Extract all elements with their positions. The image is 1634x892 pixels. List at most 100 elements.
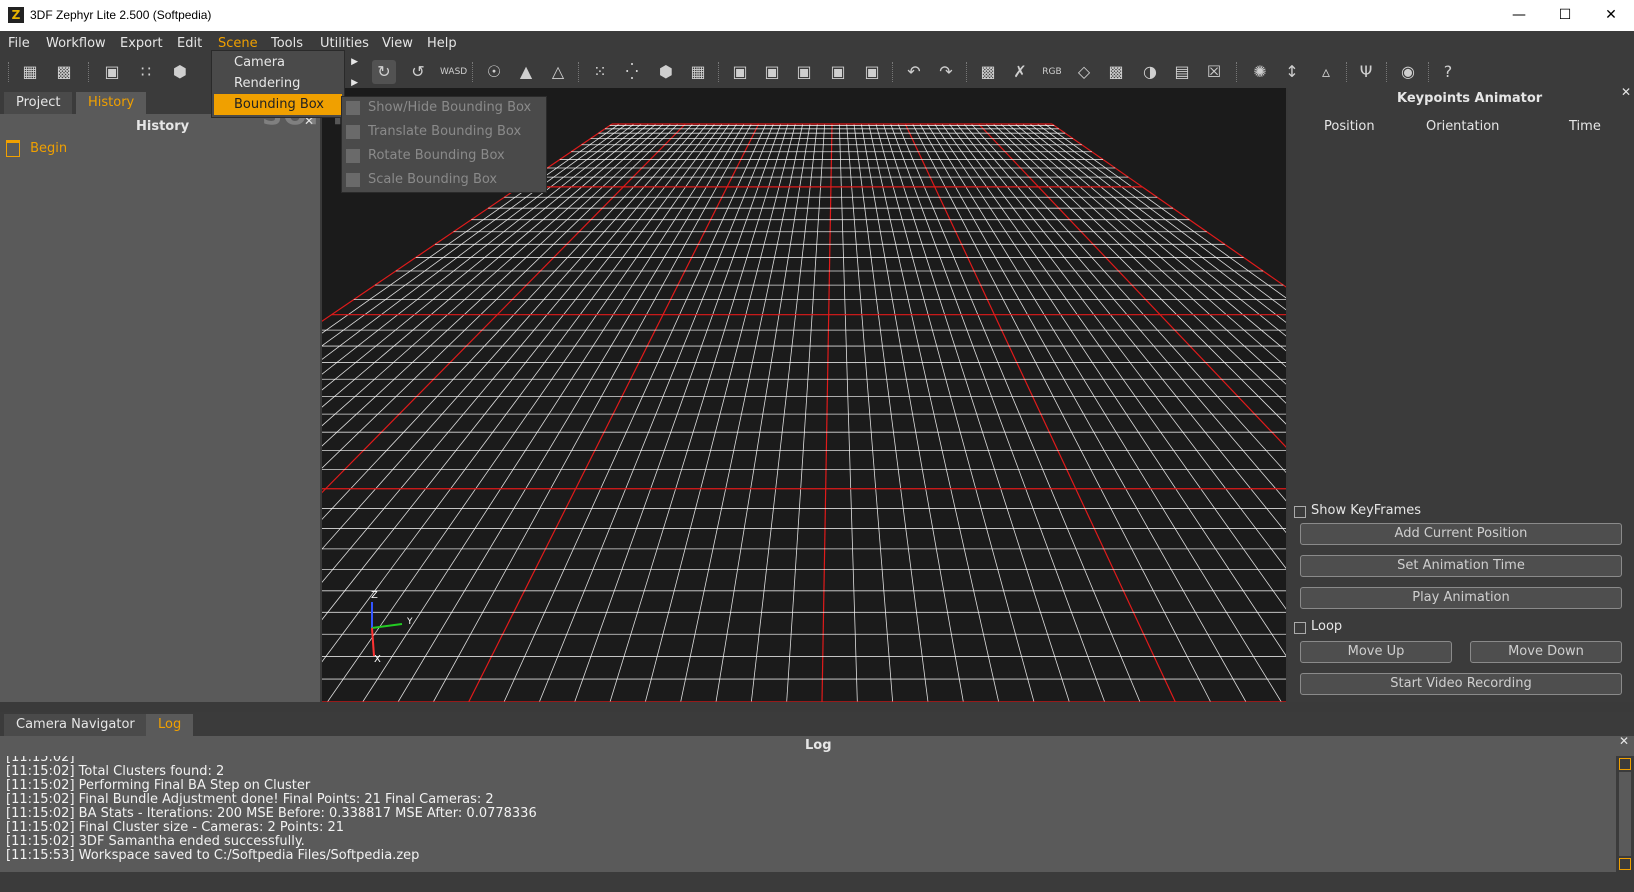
translate-bbox-item[interactable]: Translate Bounding Box [346, 121, 521, 143]
close-window-button[interactable]: ✕ [1588, 0, 1634, 31]
tools-icon[interactable]: Ψ [1354, 60, 1378, 84]
wireframe-triangle-icon[interactable]: △ [546, 60, 570, 84]
scale-icon [346, 172, 360, 187]
view-front-icon[interactable]: ▣ [728, 60, 752, 84]
save-icon[interactable]: ▩ [52, 60, 76, 84]
measure-icon[interactable]: ↕ [1280, 60, 1304, 84]
keypoints-animator-panel: Keypoints Animator ✕ Position Orientatio… [1288, 85, 1634, 702]
maximize-button[interactable]: ☐ [1542, 0, 1588, 31]
dense-points-icon[interactable]: ⁛ [620, 60, 644, 84]
scroll-up-icon[interactable] [1619, 758, 1631, 770]
menu-export[interactable]: Export [120, 36, 163, 51]
point-cloud-icon[interactable]: ∷ [134, 60, 158, 84]
log-line: [11:15:02] Total Clusters found: 2 [6, 764, 225, 779]
move-down-button[interactable]: Move Down [1470, 641, 1622, 663]
tab-log[interactable]: Log [146, 714, 194, 736]
show-keyframes-checkbox[interactable] [1294, 506, 1306, 518]
bottom-tabs: Camera Navigator Log [0, 712, 1634, 736]
menu-view[interactable]: View [382, 36, 413, 51]
log-output: [11:15:02] [11:15:02] Total Clusters fou… [0, 756, 1616, 872]
view-back-icon[interactable]: ▣ [760, 60, 784, 84]
scroll-down-icon[interactable] [1619, 858, 1631, 870]
translate-bbox-label: Translate Bounding Box [368, 124, 522, 139]
select-region-icon[interactable]: ▣ [100, 60, 124, 84]
invert-selection-icon[interactable]: ◇ [1072, 60, 1096, 84]
contrast-icon[interactable]: ◑ [1138, 60, 1162, 84]
view-left-icon[interactable]: ▣ [792, 60, 816, 84]
menu-workflow[interactable]: Workflow [46, 36, 106, 51]
menu-file[interactable]: File [8, 36, 30, 51]
help-icon[interactable]: ? [1436, 60, 1460, 84]
show-keyframes-label: Show KeyFrames [1311, 503, 1422, 518]
scale-bbox-item[interactable]: Scale Bounding Box [346, 169, 497, 191]
play-animation-button[interactable]: Play Animation [1300, 587, 1622, 609]
plane-icon[interactable]: ▵ [1314, 60, 1338, 84]
log-header: Log ✕ [0, 734, 1634, 756]
title-bar: Z 3DF Zephyr Lite 2.500 (Softpedia) — ☐ … [0, 0, 1634, 32]
view-right-icon[interactable]: ▣ [826, 60, 850, 84]
menu-rendering[interactable]: Rendering ▶ [214, 73, 358, 94]
grow-selection-icon[interactable]: ▩ [1104, 60, 1128, 84]
move-up-button[interactable]: Move Up [1300, 641, 1452, 663]
tab-camera-navigator[interactable]: Camera Navigator [4, 714, 147, 736]
redo-icon[interactable]: ↷ [934, 60, 958, 84]
undo-icon[interactable]: ↶ [902, 60, 926, 84]
menu-bounding-box[interactable]: Bounding Box▶ [214, 94, 354, 115]
show-hide-bbox-item[interactable]: Show/Hide Bounding Box [346, 97, 531, 119]
rotate-bbox-label: Rotate Bounding Box [368, 148, 505, 163]
column-time[interactable]: Time [1569, 119, 1601, 134]
menu-help[interactable]: Help [427, 36, 457, 51]
left-panel: Project History History ✕ Begin [0, 88, 320, 702]
triangle-icon[interactable]: ▲ [514, 60, 538, 84]
log-line: [11:15:02] Performing Final BA Step on C… [6, 778, 311, 793]
start-video-recording-button[interactable]: Start Video Recording [1300, 673, 1622, 695]
log-line: [11:15:02] Final Cluster size - Cameras:… [6, 820, 344, 835]
minimize-button[interactable]: — [1496, 0, 1542, 31]
menu-rendering-label: Rendering [234, 76, 301, 91]
mask-icon[interactable]: ◉ [1396, 60, 1420, 84]
view-top-icon[interactable]: ▣ [860, 60, 884, 84]
rgb-icon[interactable]: RGB [1040, 60, 1064, 84]
scroll-thumb[interactable] [1619, 772, 1631, 856]
show-hide-bbox-label: Show/Hide Bounding Box [368, 100, 532, 115]
crop-icon[interactable]: ▤ [1170, 60, 1194, 84]
deselect-icon[interactable]: ✗ [1008, 60, 1032, 84]
tab-history[interactable]: History [76, 92, 147, 114]
axis-x-label: X [374, 654, 381, 665]
sparse-points-icon[interactable]: ⁙ [588, 60, 612, 84]
menu-utilities[interactable]: Utilities [320, 36, 369, 51]
close-icon[interactable]: ✕ [1621, 85, 1631, 99]
log-line: [11:15:02] BA Stats - Iterations: 200 MS… [6, 806, 537, 821]
column-position[interactable]: Position [1324, 119, 1375, 134]
select-all-icon[interactable]: ▩ [976, 60, 1000, 84]
log-scrollbar[interactable] [1616, 756, 1634, 872]
history-title: History [136, 119, 190, 134]
light-bulb-icon[interactable]: ☉ [482, 60, 506, 84]
gizmo-icon[interactable]: ✺ [1248, 60, 1272, 84]
delete-selection-icon[interactable]: ☒ [1202, 60, 1226, 84]
loop-label: Loop [1311, 619, 1343, 634]
close-icon[interactable]: ✕ [1619, 734, 1629, 748]
column-orientation[interactable]: Orientation [1426, 119, 1499, 134]
new-project-icon[interactable]: ▦ [18, 60, 42, 84]
add-current-position-button[interactable]: Add Current Position [1300, 523, 1622, 545]
set-animation-time-button[interactable]: Set Animation Time [1300, 555, 1622, 577]
app-icon: Z [8, 7, 24, 23]
history-item-label: Begin [30, 141, 68, 156]
menu-camera[interactable]: Camera ▶ [214, 52, 358, 73]
mesh-icon[interactable]: ⬢ [168, 60, 192, 84]
rotate-bbox-item[interactable]: Rotate Bounding Box [346, 145, 505, 167]
history-item[interactable]: Begin [6, 140, 67, 157]
loop-checkbox[interactable] [1294, 622, 1306, 634]
wasd-icon[interactable]: WASD [440, 60, 467, 84]
tab-project[interactable]: Project [4, 92, 73, 114]
menu-scene[interactable]: Scene [218, 36, 258, 51]
bottom-panel: Camera Navigator Log Log ✕ [11:15:02] [1… [0, 712, 1634, 892]
textured-mesh-icon[interactable]: ▦ [686, 60, 710, 84]
menu-tools[interactable]: Tools [271, 36, 303, 51]
menu-edit[interactable]: Edit [177, 36, 202, 51]
solid-mesh-icon[interactable]: ⬢ [654, 60, 678, 84]
trash-icon [6, 140, 20, 157]
orbit-icon[interactable]: ↻ [372, 60, 396, 84]
rotate-icon[interactable]: ↺ [406, 60, 430, 84]
